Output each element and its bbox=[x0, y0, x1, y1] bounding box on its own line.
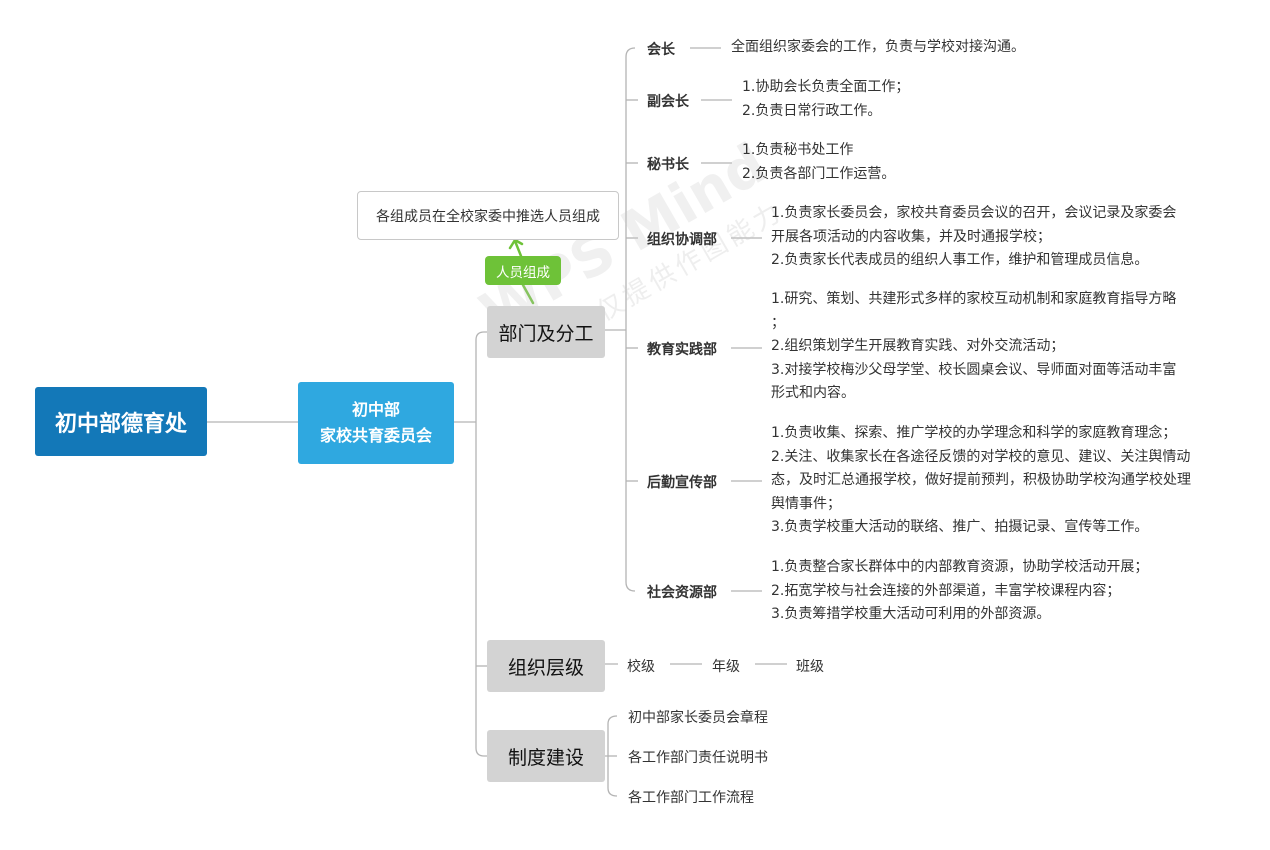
desc-line: 形式和内容。 bbox=[771, 385, 855, 401]
desc-line: 2.组织策划学生开展教育实践、对外交流活动； bbox=[771, 338, 1065, 354]
desc-line: 2.负责家长代表成员的组织人事工作，维护和管理成员信息。 bbox=[771, 252, 1149, 268]
system-workflow[interactable]: 各工作部门工作流程 bbox=[628, 787, 754, 807]
desc-line: 全面组织家委会的工作，负责与学校对接沟通。 bbox=[731, 39, 1025, 55]
role-resources-dept[interactable]: 社会资源部 bbox=[647, 582, 717, 602]
level-class[interactable]: 班级 bbox=[796, 656, 824, 676]
desc-line: 1.研究、策划、共建形式多样的家校互动机制和家庭教育指导方略 bbox=[771, 291, 1177, 307]
role-practice-dept[interactable]: 教育实践部 bbox=[647, 339, 717, 359]
branch-departments-node[interactable]: 部门及分工 bbox=[487, 306, 605, 358]
desc-line: 2.负责各部门工作运营。 bbox=[742, 165, 896, 182]
desc-resources-dept[interactable]: 1.负责整合家长群体中的内部教育资源，协助学校活动开展； 2.拓宽学校与社会连接… bbox=[771, 556, 1148, 627]
desc-coordination-dept[interactable]: 1.负责家长委员会，家校共育委员会议的召开，会议记录及家委会 开展各项活动的内容… bbox=[771, 202, 1176, 273]
desc-line: 3.负责筹措学校重大活动可利用的外部资源。 bbox=[771, 606, 1051, 622]
role-president[interactable]: 会长 bbox=[647, 39, 675, 59]
system-responsibility-doc[interactable]: 各工作部门责任说明书 bbox=[628, 747, 768, 767]
desc-president[interactable]: 全面组织家委会的工作，负责与学校对接沟通。 bbox=[731, 36, 1025, 60]
desc-line: 1.负责收集、探索、推广学校的办学理念和科学的家庭教育理念； bbox=[771, 425, 1177, 441]
desc-line: 态，及时汇总通报学校，做好提前预判，积极协助学校沟通学校处理 bbox=[771, 472, 1191, 488]
level-grade[interactable]: 年级 bbox=[712, 656, 740, 676]
branch-levels-label: 组织层级 bbox=[507, 656, 584, 679]
desc-secretary-general[interactable]: 1.负责秘书处工作 2.负责各部门工作运营。 bbox=[742, 139, 895, 186]
relation-tag[interactable]: 人员组成 bbox=[485, 256, 561, 285]
branch-departments-label: 部门及分工 bbox=[498, 322, 594, 345]
level-school[interactable]: 校级 bbox=[627, 656, 655, 676]
committee-label-line1: 初中部 bbox=[351, 400, 400, 419]
desc-line: 1.负责整合家长群体中的内部教育资源，协助学校活动开展； bbox=[771, 559, 1149, 575]
branch-system-node[interactable]: 制度建设 bbox=[487, 730, 605, 782]
desc-line: 2.关注、收集家长在各途径反馈的对学校的意见、建议、关注舆情动 bbox=[771, 448, 1191, 465]
desc-line: 1.协助会长负责全面工作； bbox=[742, 79, 910, 95]
desc-logistics-dept[interactable]: 1.负责收集、探索、推广学校的办学理念和科学的家庭教育理念； 2.关注、收集家长… bbox=[771, 422, 1191, 540]
branch-system-label: 制度建设 bbox=[507, 746, 584, 769]
desc-line: ； bbox=[771, 314, 785, 331]
desc-vice-president[interactable]: 1.协助会长负责全面工作； 2.负责日常行政工作。 bbox=[742, 76, 909, 123]
desc-line: 2.负责日常行政工作。 bbox=[742, 102, 882, 119]
desc-practice-dept[interactable]: 1.研究、策划、共建形式多样的家校互动机制和家庭教育指导方略 ； 2.组织策划学… bbox=[771, 288, 1176, 406]
desc-line: 1.负责秘书处工作 bbox=[742, 142, 854, 158]
committee-label-line2: 家校共育委员会 bbox=[319, 426, 432, 445]
root-label: 初中部德育处 bbox=[54, 411, 187, 437]
root-node[interactable]: 初中部德育处 bbox=[35, 387, 207, 456]
summary-callout[interactable]: 各组成员在全校家委中推选人员组成 bbox=[357, 191, 619, 240]
role-secretary-general[interactable]: 秘书长 bbox=[647, 154, 689, 174]
desc-line: 3.对接学校梅沙父母学堂、校长圆桌会议、导师面对面等活动丰富 bbox=[771, 361, 1177, 378]
role-logistics-dept[interactable]: 后勤宣传部 bbox=[647, 472, 717, 492]
summary-callout-text: 各组成员在全校家委中推选人员组成 bbox=[376, 208, 600, 225]
committee-node[interactable]: 初中部 家校共育委员会 bbox=[298, 382, 454, 464]
role-vice-president[interactable]: 副会长 bbox=[647, 91, 689, 111]
desc-line: 开展各项活动的内容收集，并及时通报学校； bbox=[771, 228, 1051, 245]
system-charter[interactable]: 初中部家长委员会章程 bbox=[628, 707, 768, 727]
desc-line: 舆情事件； bbox=[771, 495, 841, 512]
desc-line: 1.负责家长委员会，家校共育委员会议的召开，会议记录及家委会 bbox=[771, 205, 1177, 221]
role-coordination-dept[interactable]: 组织协调部 bbox=[647, 229, 717, 249]
relation-tag-label: 人员组成 bbox=[496, 264, 550, 281]
desc-line: 3.负责学校重大活动的联络、推广、拍摄记录、宣传等工作。 bbox=[771, 519, 1149, 535]
branch-levels-node[interactable]: 组织层级 bbox=[487, 640, 605, 692]
desc-line: 2.拓宽学校与社会连接的外部渠道，丰富学校课程内容； bbox=[771, 582, 1121, 599]
